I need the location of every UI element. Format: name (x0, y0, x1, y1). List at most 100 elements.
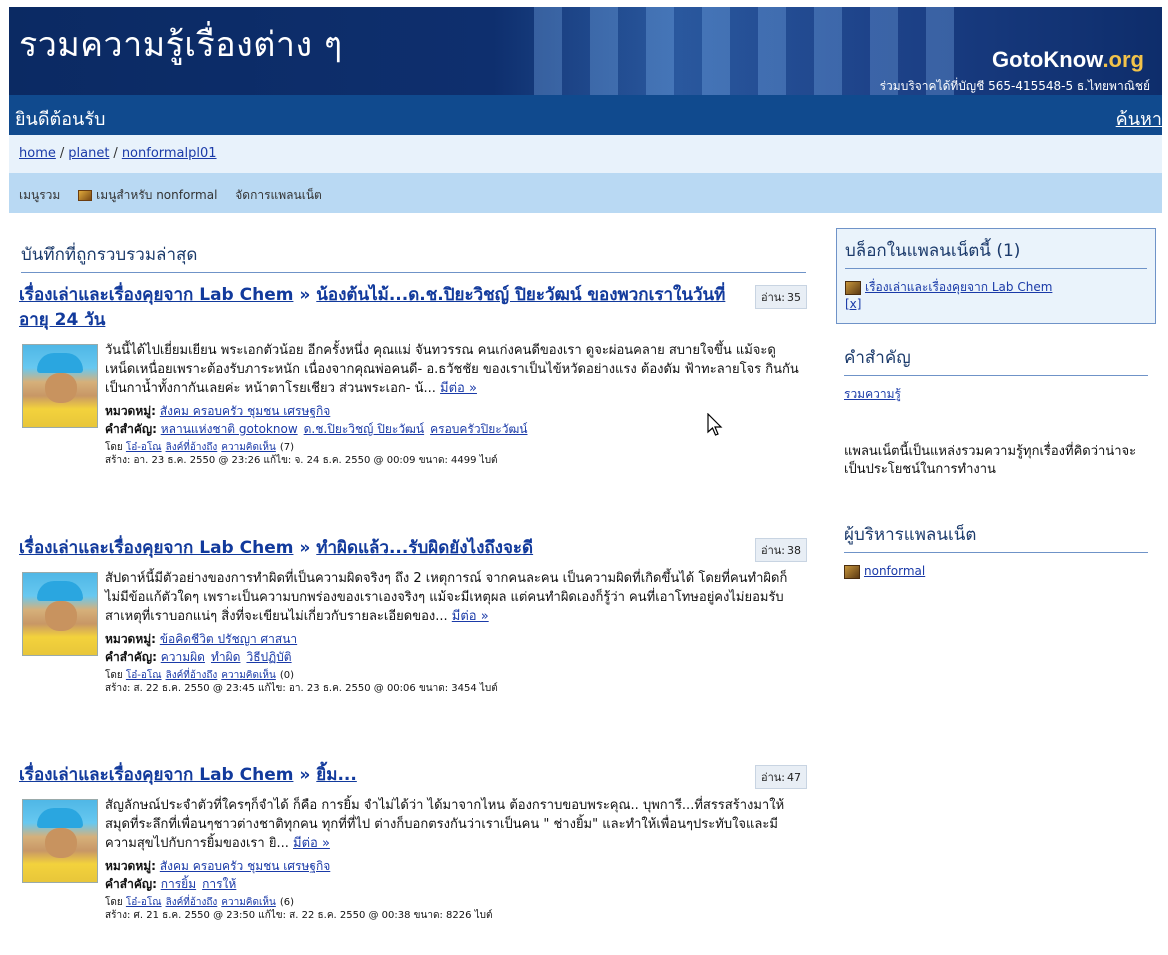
post-title-link[interactable]: ทำผิดแล้ว...รับผิดยังไงถึงจะดี (316, 538, 533, 558)
references-link[interactable]: ลิงค์ที่อ้างถึง (166, 442, 218, 453)
post-summary: สัญลักษณ์ประจำตัวที่ใครๆก็จำได้ ก็คือ กา… (105, 796, 809, 853)
category-link[interactable]: ข้อคิดชีวิต ปรัชญา ศาสนา (160, 632, 297, 646)
sidebar-keyword-link[interactable]: รวมความรู้ (844, 387, 901, 401)
post-summary-text: สัปดาห์นี้มีตัวอย่างของการทำผิดที่เป็นคว… (105, 571, 788, 624)
keyword-link[interactable]: ความผิด (161, 650, 205, 664)
menu-manage-planet[interactable]: จัดการแพลนเน็ต (235, 188, 322, 202)
author-avatar (22, 799, 98, 883)
references-link[interactable]: ลิงค์ที่อ้างถึง (166, 897, 218, 908)
keyword-link[interactable]: การให้ (202, 877, 236, 891)
user-icon (844, 564, 860, 579)
post-keywords: คำสำคัญ: หลานแห่งชาติ gotoknow ด.ช.ปิยะวิ… (105, 420, 809, 438)
read-count-label: อ่าน: (760, 544, 785, 557)
nav-bar: ยินดีต้อนรับ ค้นหา (9, 95, 1162, 135)
breadcrumb-planet[interactable]: planet (68, 146, 109, 161)
comment-count: (0) (279, 670, 295, 681)
admins-section: ผู้บริหารแพลนเน็ต nonformal (836, 521, 1156, 580)
post-arrow: » (293, 765, 317, 785)
read-count-value: 47 (787, 771, 801, 784)
keywords-title: คำสำคัญ (844, 344, 1148, 376)
remove-blog-link[interactable]: [x] (845, 297, 861, 311)
admins-title: ผู้บริหารแพลนเน็ต (844, 521, 1148, 553)
read-count-badge: อ่าน: 35 (754, 285, 807, 309)
post-header: เรื่องเล่าและเรื่องคุยจาก Lab Chem » น้อ… (19, 283, 809, 333)
category-label: หมวดหมู่: (105, 404, 156, 418)
avatar-face (45, 828, 77, 858)
read-count-badge: อ่าน: 38 (754, 538, 807, 562)
avatar-cap (37, 353, 83, 373)
search-link[interactable]: ค้นหา (1116, 104, 1162, 133)
read-count-value: 35 (787, 291, 801, 304)
post-blog-link[interactable]: เรื่องเล่าและเรื่องคุยจาก Lab Chem (19, 285, 293, 305)
post-title: เรื่องเล่าและเรื่องคุยจาก Lab Chem » น้อ… (19, 283, 734, 333)
blog-icon (78, 190, 93, 201)
menu-nonformal[interactable]: เมนูสำหรับ nonformal (78, 188, 217, 202)
post-categories: หมวดหมู่: ข้อคิดชีวิต ปรัชญา ศาสนา (105, 630, 809, 648)
comment-count: (7) (279, 442, 295, 453)
author-link[interactable]: โอ๋-อโณ (126, 442, 162, 453)
post-summary: สัปดาห์นี้มีตัวอย่างของการทำผิดที่เป็นคว… (105, 569, 809, 626)
read-more-link[interactable]: มีต่อ » (293, 836, 330, 851)
keyword-link[interactable]: ด.ช.ปิยะวิชญ์ ปิยะวัฒน์ (304, 422, 424, 436)
post-item: เรื่องเล่าและเรื่องคุยจาก Lab Chem » ยิ้… (19, 763, 809, 922)
admin-item: nonformal (844, 563, 1148, 580)
menu-nonformal-label: เมนูสำหรับ nonformal (96, 188, 218, 202)
blog-icon (845, 280, 861, 295)
read-count-value: 38 (787, 544, 801, 557)
post-arrow: » (293, 538, 317, 558)
by-label: โดย (105, 670, 123, 681)
post-categories: หมวดหมู่: สังคม ครอบครัว ชุมชน เศรษฐกิจ (105, 857, 809, 875)
post-title: เรื่องเล่าและเรื่องคุยจาก Lab Chem » ยิ้… (19, 763, 734, 788)
read-more-link[interactable]: มีต่อ » (452, 609, 489, 624)
avatar-face (45, 373, 77, 403)
breadcrumb-current[interactable]: nonformalpl01 (122, 146, 217, 161)
breadcrumb-home[interactable]: home (19, 146, 56, 161)
planet-blog-link[interactable]: เรื่องเล่าและเรื่องคุยจาก Lab Chem (865, 280, 1052, 294)
admin-link[interactable]: nonformal (864, 564, 925, 578)
post-header: เรื่องเล่าและเรื่องคุยจาก Lab Chem » ยิ้… (19, 763, 809, 789)
keyword-link[interactable]: วิธีปฏิบัติ (246, 650, 291, 664)
keyword-label: คำสำคัญ: (105, 877, 157, 891)
post-author-line: โดย โอ๋-อโณ ลิงค์ที่อ้างถึง ความคิดเห็น (6) (105, 896, 809, 909)
avatar-face (45, 601, 77, 631)
section-title: บันทึกที่ถูกรวบรวมล่าสุด (21, 241, 806, 273)
references-link[interactable]: ลิงค์ที่อ้างถึง (166, 670, 218, 681)
keyword-link[interactable]: หลานแห่งชาติ gotoknow (161, 422, 298, 436)
category-link[interactable]: สังคม ครอบครัว ชุมชน เศรษฐกิจ (160, 404, 330, 418)
keyword-label: คำสำคัญ: (105, 650, 157, 664)
author-avatar (22, 572, 98, 656)
mouse-cursor-icon (707, 413, 723, 436)
comments-link[interactable]: ความคิดเห็น (221, 442, 276, 453)
read-more-link[interactable]: มีต่อ » (440, 381, 477, 396)
gotoknow-logo[interactable]: GotoKnow.org (992, 47, 1144, 73)
category-label: หมวดหมู่: (105, 632, 156, 646)
category-label: หมวดหมู่: (105, 859, 156, 873)
keyword-link[interactable]: การยิ้ม (161, 877, 196, 891)
breadcrumb-separator: / (113, 146, 118, 161)
menu-bar: เมนูรวม เมนูสำหรับ nonformal จัดการแพลนเ… (9, 173, 1162, 213)
post-blog-link[interactable]: เรื่องเล่าและเรื่องคุยจาก Lab Chem (19, 765, 293, 785)
author-link[interactable]: โอ๋-อโณ (126, 897, 162, 908)
read-count-badge: อ่าน: 47 (754, 765, 807, 789)
category-link[interactable]: สังคม ครอบครัว ชุมชน เศรษฐกิจ (160, 859, 330, 873)
page-title: รวมความรู้เรื่องต่าง ๆ (19, 25, 343, 65)
keyword-link[interactable]: ครอบครัวปิยะวัฒน์ (430, 422, 527, 436)
brand-tld: .org (1102, 47, 1144, 72)
keywords-section: คำสำคัญ รวมความรู้ (836, 344, 1156, 403)
post-categories: หมวดหมู่: สังคม ครอบครัว ชุมชน เศรษฐกิจ (105, 402, 809, 420)
comments-link[interactable]: ความคิดเห็น (221, 897, 276, 908)
post-body: สัปดาห์นี้มีตัวอย่างของการทำผิดที่เป็นคว… (19, 569, 809, 695)
keyword-link[interactable]: ทำผิด (211, 650, 240, 664)
post-item: เรื่องเล่าและเรื่องคุยจาก Lab Chem » ทำผ… (19, 536, 809, 695)
post-title-link[interactable]: ยิ้ม... (316, 765, 357, 785)
author-link[interactable]: โอ๋-อโณ (126, 670, 162, 681)
post-dates: สร้าง: อา. 23 ธ.ค. 2550 @ 23:26 แก้ไข: จ… (105, 455, 498, 466)
menu-all[interactable]: เมนูรวม (19, 188, 60, 202)
site-banner: รวมความรู้เรื่องต่าง ๆ GotoKnow.org ร่วม… (9, 7, 1162, 95)
post-item: เรื่องเล่าและเรื่องคุยจาก Lab Chem » น้อ… (19, 283, 809, 467)
post-blog-link[interactable]: เรื่องเล่าและเรื่องคุยจาก Lab Chem (19, 538, 293, 558)
post-keywords: คำสำคัญ: ความผิด ทำผิด วิธีปฏิบัติ (105, 648, 809, 666)
comments-link[interactable]: ความคิดเห็น (221, 670, 276, 681)
post-title: เรื่องเล่าและเรื่องคุยจาก Lab Chem » ทำผ… (19, 536, 734, 561)
post-header: เรื่องเล่าและเรื่องคุยจาก Lab Chem » ทำผ… (19, 536, 809, 562)
